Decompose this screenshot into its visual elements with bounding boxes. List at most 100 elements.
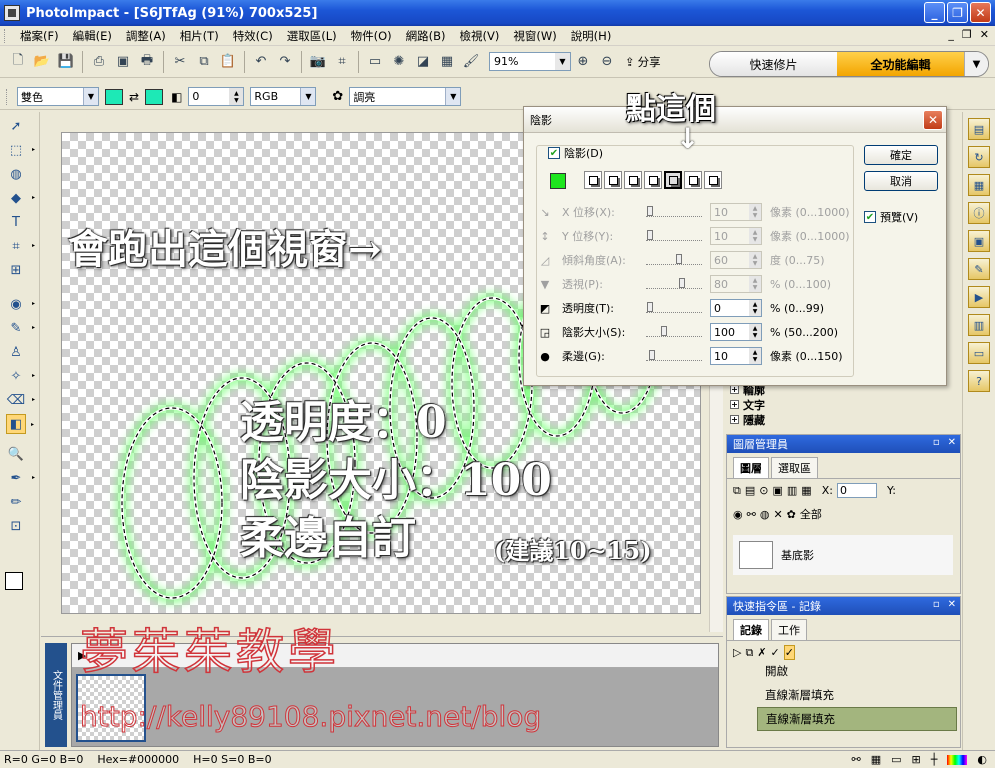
param-slider[interactable] (646, 302, 702, 313)
shadow-type-5[interactable] (664, 171, 682, 189)
crop-tool-icon[interactable]: ⌗ ▸ (6, 236, 35, 256)
menu-view[interactable]: 檢視(V) (453, 28, 507, 44)
play-panel-icon[interactable]: ▶ (968, 286, 990, 308)
checkbox-icon[interactable]: ✔ (548, 147, 560, 159)
chart-icon[interactable]: ◪ (412, 51, 434, 73)
swap-colors-icon[interactable]: ⇄ (129, 90, 139, 104)
spinner-arrows-icon[interactable]: ▲ ▼ (749, 228, 761, 244)
clone-tool-icon[interactable]: ♙ (6, 342, 26, 362)
slider-knob[interactable] (647, 230, 653, 240)
panel-float-icon[interactable]: ▫ (933, 599, 940, 610)
tree-item-text[interactable]: + 文字 (730, 397, 870, 412)
preview-checkbox[interactable]: ✔ 預覽(V) (864, 209, 918, 225)
camera-icon[interactable]: 📷 (307, 51, 329, 73)
path-tool-icon[interactable]: ⊡ (6, 516, 26, 536)
menu-window[interactable]: 視窗(W) (506, 28, 563, 44)
doc-restore-icon[interactable]: ❐ (962, 28, 972, 41)
shadow-type-4[interactable] (644, 171, 662, 189)
panel-close-icon[interactable]: ✕ (948, 437, 956, 448)
delete-macro-icon[interactable]: ✗ (757, 646, 766, 659)
open-icon[interactable]: 📂 (31, 51, 53, 73)
tab-history[interactable]: 記錄 (733, 619, 769, 640)
frame-icon[interactable]: ▭ (364, 51, 386, 73)
close-button[interactable]: ✕ (970, 2, 991, 23)
slider-knob[interactable] (678, 278, 685, 288)
fill-tool-icon[interactable]: ◧ ▸ (6, 414, 34, 434)
status-toggle-icon[interactable]: ◐ (977, 753, 987, 766)
tab-selection[interactable]: 選取區 (771, 457, 818, 478)
print-icon[interactable]: 🖶 (136, 51, 158, 73)
filter-icon[interactable]: ▦ (436, 51, 458, 73)
layer-align-icon[interactable]: ▦ (801, 484, 811, 497)
ok-button[interactable]: 確定 (864, 145, 938, 165)
copy-icon[interactable]: ⧉ (193, 51, 215, 73)
restore-button[interactable]: ❐ (947, 2, 968, 23)
shadow-type-1[interactable] (584, 171, 602, 189)
layers-icon[interactable]: ▤ (968, 118, 990, 140)
lasso-tool-icon[interactable]: ◍ (6, 164, 26, 184)
layer-mask-icon[interactable]: ▣ (772, 484, 782, 497)
gradient-mode-select[interactable]: 雙色 ▼ (17, 87, 99, 106)
param-spinbox[interactable]: 80 ▲ ▼ (710, 275, 762, 293)
brush-panel-icon[interactable]: ✎ (968, 258, 990, 280)
param-slider[interactable] (646, 254, 702, 265)
retouch-tool-icon[interactable]: ◉ ▸ (6, 294, 35, 314)
expand-icon[interactable]: + (730, 400, 739, 409)
pick-tool-icon[interactable]: ➚ (6, 116, 26, 136)
zoom-tool-icon[interactable]: 🔍 (6, 444, 26, 464)
spinner-arrows-icon[interactable]: ▲ ▼ (749, 204, 761, 220)
layer-group-icon[interactable]: ▤ (745, 484, 755, 497)
help-icon[interactable]: ? (968, 370, 990, 392)
zoom-select[interactable]: 91% ▼ (489, 52, 571, 71)
redo-icon[interactable]: ↷ (274, 51, 296, 73)
menu-selection[interactable]: 選取區(L) (280, 28, 344, 44)
panel-close-icon[interactable]: ✕ (948, 599, 956, 610)
transparency-icon[interactable]: ◧ (171, 90, 182, 104)
spinner-arrows-icon[interactable]: ▲ ▼ (749, 276, 761, 292)
status-link-icon[interactable]: ⚯ (852, 753, 861, 766)
mode-dropdown-icon[interactable]: ▼ (964, 52, 988, 76)
play-macro-icon[interactable]: ▷ (733, 646, 741, 659)
shadow-type-2[interactable] (604, 171, 622, 189)
list-item[interactable]: 直線漸層填充 (757, 683, 957, 707)
layer-filter-label[interactable]: 全部 (800, 506, 822, 522)
layer-lock-icon[interactable]: ⊙ (759, 484, 768, 497)
zoom-in-icon[interactable]: ⊕ (572, 51, 594, 73)
transform-tool-icon[interactable]: ⊞ (6, 260, 26, 280)
dialog-close-button[interactable]: ✕ (923, 110, 943, 130)
param-slider[interactable] (646, 326, 702, 337)
slider-knob[interactable] (647, 206, 653, 216)
status-guide-icon[interactable]: ⊞ (912, 753, 921, 766)
info-icon[interactable]: ⓘ (968, 202, 990, 224)
menu-photo[interactable]: 相片(T) (173, 28, 226, 44)
menu-adjust[interactable]: 調整(A) (119, 28, 173, 44)
shadow-checkbox[interactable]: ✔ 陰影(D) (548, 145, 603, 161)
slider-knob[interactable] (676, 254, 682, 264)
paint-icon[interactable]: 🖌 (460, 51, 482, 73)
enhance-icon[interactable]: ✺ (388, 51, 410, 73)
doc-minimize-icon[interactable]: _ (948, 28, 954, 41)
status-color-icon[interactable] (947, 754, 968, 765)
layer-merge-icon[interactable]: ⧉ (733, 484, 741, 498)
shadow-type-3[interactable] (624, 171, 642, 189)
palette-icon[interactable]: ✿ (787, 508, 796, 521)
shadow-type-7[interactable] (704, 171, 722, 189)
spinner-arrows-icon[interactable]: ▲ ▼ (749, 300, 761, 316)
expand-icon[interactable]: + (730, 415, 739, 424)
slider-knob[interactable] (661, 326, 667, 336)
paint-tool-icon[interactable]: ✎ ▸ (6, 318, 35, 338)
status-grid-icon[interactable]: ▦ (871, 753, 881, 766)
layer-row[interactable]: 基底影 (733, 535, 953, 575)
layer-props-icon[interactable]: ▥ (787, 484, 797, 497)
gallery-icon[interactable]: ▦ (968, 174, 990, 196)
param-slider[interactable] (646, 278, 702, 289)
menu-help[interactable]: 說明(H) (564, 28, 619, 44)
cancel-button[interactable]: 取消 (864, 171, 938, 191)
tasks-icon[interactable]: ▥ (968, 314, 990, 336)
chevron-down-icon[interactable]: ▼ (300, 88, 316, 105)
chevron-down-icon[interactable]: ▼ (555, 53, 570, 70)
delete-layer-icon[interactable]: ✕ (773, 508, 782, 521)
menu-file[interactable]: 檔案(F) (13, 28, 66, 44)
param-spinbox[interactable]: 100 ▲ ▼ (710, 323, 762, 341)
shadow-type-6[interactable] (684, 171, 702, 189)
